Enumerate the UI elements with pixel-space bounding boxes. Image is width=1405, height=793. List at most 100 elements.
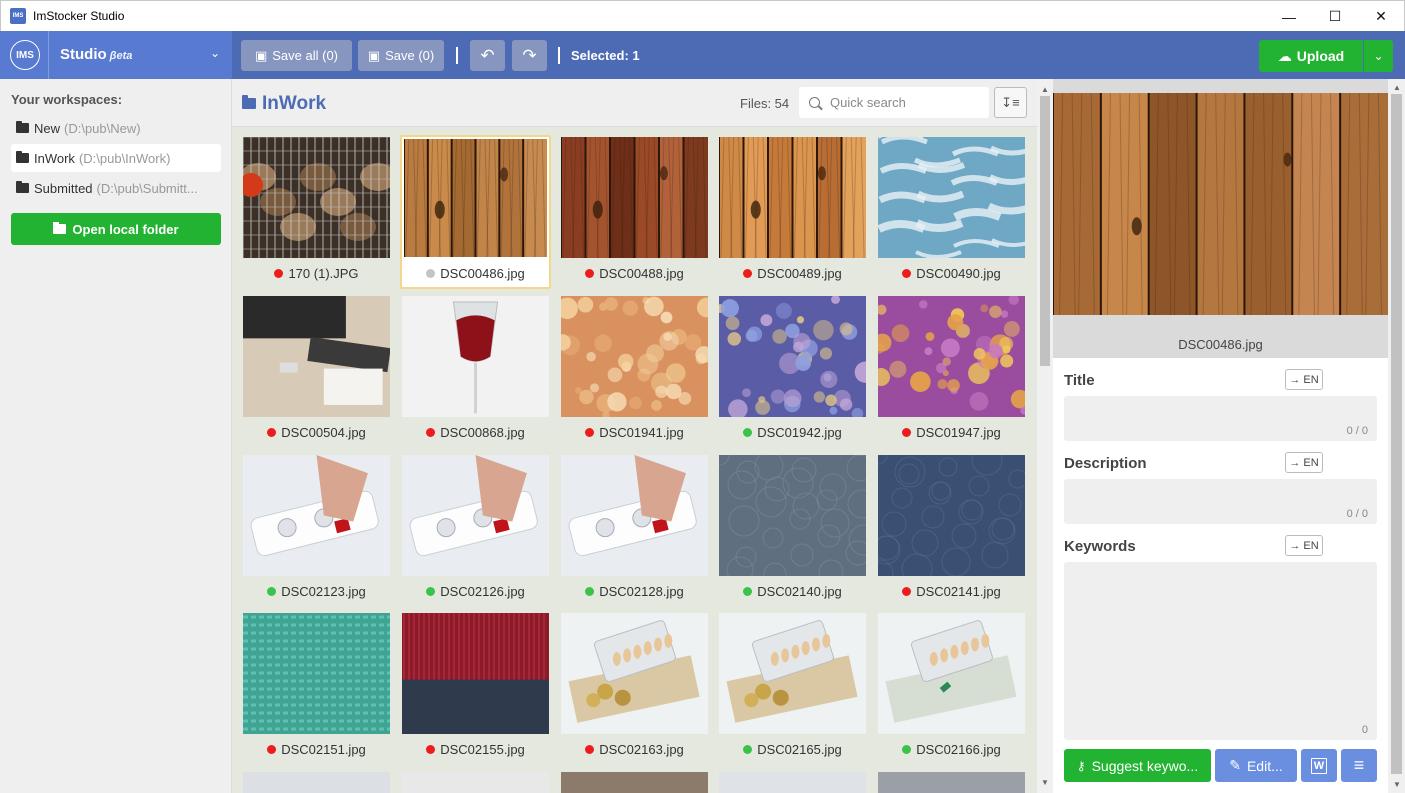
thumbnail[interactable]: DSC01941.jpg [561,296,708,446]
thumbnail[interactable]: DSC02123.jpg [243,455,390,605]
thumbnail-caption: DSC00868.jpg [402,425,549,440]
thumbnail-image [561,137,708,258]
workspace-sidebar: Your workspaces: New (D:\pub\New) InWork… [0,79,232,793]
grid-scrollbar[interactable]: ▲ ▼ [1037,79,1053,793]
workspace-label: New [34,120,61,136]
redo-button[interactable]: ↷ [512,40,547,71]
chevron-down-icon: ⌄ [1373,49,1384,63]
word-export-button[interactable]: W [1301,749,1337,782]
title-field[interactable]: 0 / 0 [1064,396,1377,441]
workspace-item-submitted[interactable]: Submitted (D:\pub\Submitt... [11,174,221,202]
thumbnail-image [243,455,390,576]
thumbnail-partial[interactable] [719,772,866,793]
thumbnail-filename: DSC02166.jpg [916,742,1001,757]
suggest-keywords-button[interactable]: ⚷ Suggest keywo... [1064,749,1211,782]
thumbnail[interactable]: DSC02163.jpg [561,613,708,763]
search-input[interactable] [830,95,980,110]
thumbnail[interactable]: DSC00504.jpg [243,296,390,446]
thumbnail[interactable]: DSC02165.jpg [719,613,866,763]
edit-label: Edit... [1246,757,1283,774]
keywords-label: Keywords [1064,538,1136,555]
thumbnail[interactable]: DSC02140.jpg [719,455,866,605]
keywords-translate-button[interactable]: → EN [1285,535,1323,556]
thumbnail-partial[interactable] [402,772,549,793]
thumbnail[interactable]: DSC01947.jpg [878,296,1025,446]
thumbnail-caption: DSC02123.jpg [243,584,390,599]
scroll-up-icon[interactable]: ▲ [1393,83,1401,92]
thumbnail[interactable]: DSC00489.jpg [719,137,866,287]
chevron-down-icon[interactable]: ⌄ [210,46,220,60]
thumbnail-filename: DSC00490.jpg [916,266,1001,281]
workspace-path: (D:\pub\New) [64,120,141,136]
preview-filename: DSC00486.jpg [1178,337,1263,352]
undo-button[interactable]: ↶ [470,40,505,71]
thumbnail[interactable]: DSC02155.jpg [402,613,549,763]
thumbnail-filename: DSC02163.jpg [599,742,684,757]
status-dot [743,428,753,437]
thumbnail-partial[interactable] [243,772,390,793]
thumbnail[interactable]: DSC00490.jpg [878,137,1025,287]
folder-title: InWork [262,93,327,114]
thumbnail[interactable]: DSC02166.jpg [878,613,1025,763]
status-dot [267,428,277,437]
status-dot [585,745,595,754]
thumbnail-filename: DSC01942.jpg [757,425,842,440]
thumbnail[interactable]: DSC02128.jpg [561,455,708,605]
save-all-button[interactable]: ▣ Save all (0) [241,40,352,71]
menu-button[interactable]: ≡ [1341,749,1377,782]
sort-button[interactable]: ↧≡ [994,87,1027,118]
preview-image [1053,93,1388,315]
description-field[interactable]: 0 / 0 [1064,479,1377,524]
thumbnail-image [561,613,708,734]
thumbnail-filename: DSC02141.jpg [916,584,1001,599]
thumbnail-image [402,455,549,576]
thumbnail[interactable]: DSC02141.jpg [878,455,1025,605]
upload-button[interactable]: ☁ Upload [1259,40,1363,72]
scrollbar-thumb[interactable] [1040,96,1050,366]
minimize-button[interactable]: — [1266,1,1312,32]
thumbnail[interactable]: DSC02151.jpg [243,613,390,763]
menu-icon: ≡ [1353,755,1365,775]
scroll-up-icon[interactable]: ▲ [1041,85,1049,94]
keywords-field[interactable]: 0 [1064,562,1377,740]
ims-logo: IMS [10,40,40,70]
upload-dropdown-button[interactable]: ⌄ [1364,40,1393,72]
studio-menu[interactable]: IMS Studio βeta ⌄ [0,31,232,79]
workspace-item-new[interactable]: New (D:\pub\New) [11,114,221,142]
thumbnail[interactable]: DSC00486.jpg [400,135,551,289]
scroll-down-icon[interactable]: ▼ [1393,780,1401,789]
thumbnail[interactable]: DSC01942.jpg [719,296,866,446]
workspace-item-inwork[interactable]: InWork (D:\pub\InWork) [11,144,221,172]
status-dot [267,587,277,596]
close-button[interactable]: ✕ [1358,1,1404,32]
thumbnail[interactable]: 170 (1).JPG [243,137,390,287]
quick-search[interactable] [799,87,989,118]
thumbnail-filename: DSC00504.jpg [281,425,366,440]
thumbnail[interactable]: DSC00488.jpg [561,137,708,287]
status-dot [743,269,753,278]
title-translate-button[interactable]: → EN [1285,369,1323,390]
sort-icon: ↧≡ [1001,94,1020,110]
top-toolbar: IMS Studio βeta ⌄ ▣ Save all (0) ▣ Save (0)… [0,31,1405,79]
window-title: ImStocker Studio [33,9,125,23]
panel-scrollbar[interactable]: ▲ ▼ [1388,79,1405,793]
undo-icon: ↶ [480,45,495,65]
edit-button[interactable]: ✎ Edit... [1215,749,1297,782]
thumbnail[interactable]: DSC00868.jpg [402,296,549,446]
thumbnail-image [402,296,549,417]
thumbnail-filename: DSC02126.jpg [440,584,525,599]
thumbnail[interactable]: DSC02126.jpg [402,455,549,605]
maximize-button[interactable]: ☐ [1312,1,1358,32]
thumbnail-partial[interactable] [561,772,708,793]
save-button[interactable]: ▣ Save (0) [358,40,444,71]
open-local-folder-button[interactable]: Open local folder [11,213,221,245]
thumbnail-partial[interactable] [878,772,1025,793]
workspace-label: Submitted [34,180,93,196]
thumbnail-image [243,296,390,417]
studio-name: Studio βeta [60,46,132,63]
description-translate-button[interactable]: → EN [1285,452,1323,473]
upload-label: Upload [1296,48,1345,64]
browser-header: InWork Files: 54 ↧≡ [232,79,1037,127]
scrollbar-thumb[interactable] [1391,94,1402,774]
scroll-down-icon[interactable]: ▼ [1041,778,1049,787]
